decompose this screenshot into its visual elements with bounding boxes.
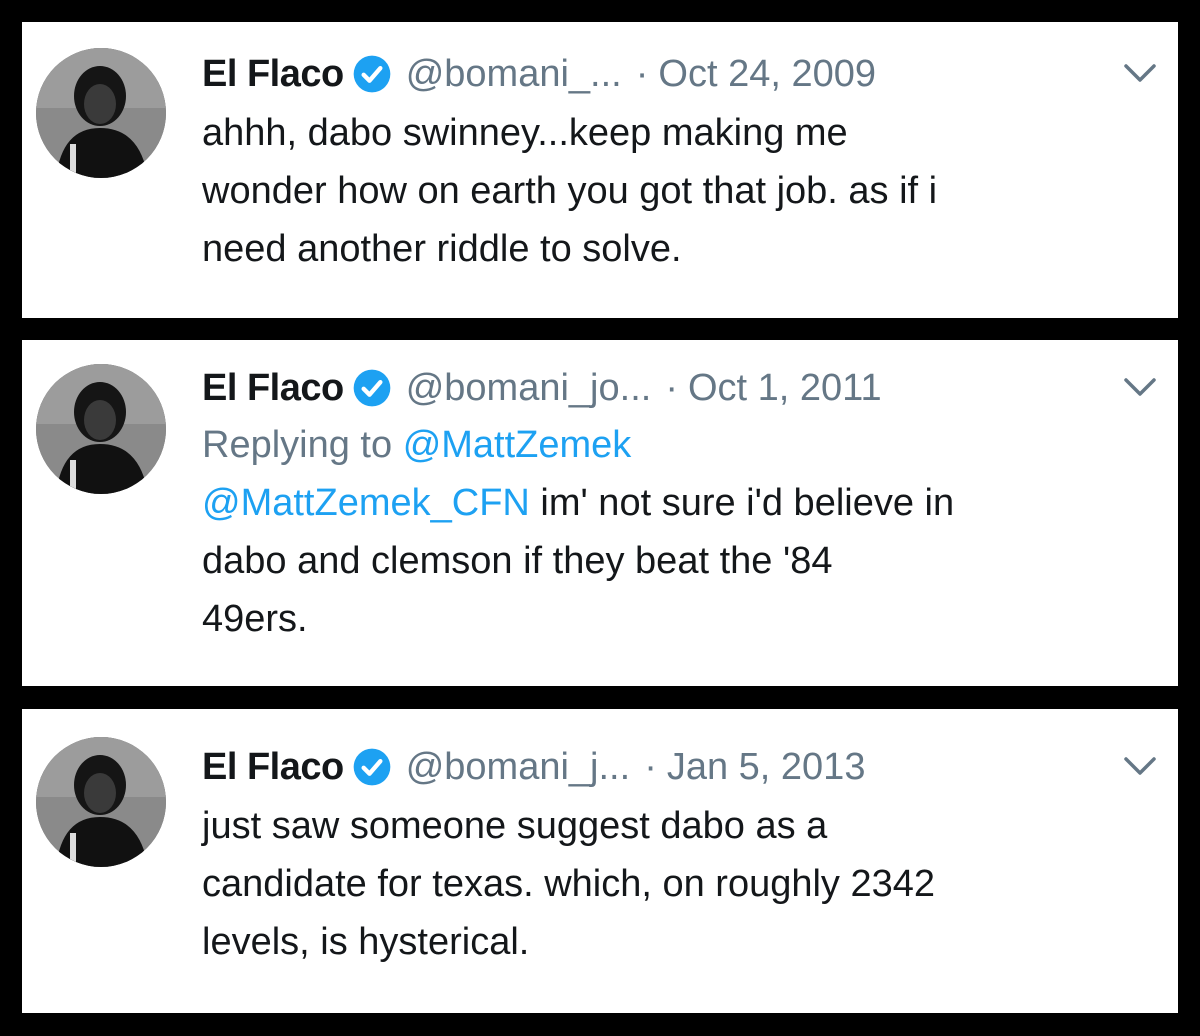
verified-badge-icon (352, 368, 392, 408)
display-name[interactable]: El Flaco (202, 367, 344, 410)
avatar[interactable] (36, 737, 166, 867)
tweet-text-line: levels, is hysterical. (202, 921, 530, 963)
display-name[interactable]: El Flaco (202, 53, 344, 96)
handle[interactable]: @bomani_jo... (406, 367, 652, 410)
avatar[interactable] (36, 364, 166, 494)
display-name[interactable]: El Flaco (202, 746, 344, 789)
chevron-down-icon[interactable] (1120, 751, 1160, 781)
handle[interactable]: @bomani_j... (406, 746, 630, 789)
tweet-text: @MattZemek_CFN im' not sure i'd believe … (202, 474, 1160, 648)
tweet-date[interactable]: Oct 1, 2011 (688, 367, 882, 410)
chevron-down-icon[interactable] (1120, 372, 1160, 402)
tweet-date[interactable]: Oct 24, 2009 (658, 53, 876, 96)
tweet-text-line: wonder how on earth you got that job. as… (202, 170, 938, 212)
tweet-text-line: need another riddle to solve. (202, 228, 682, 270)
avatar-photo (36, 48, 166, 178)
handle[interactable]: @bomani_... (406, 53, 622, 96)
chevron-down-icon[interactable] (1120, 58, 1160, 88)
mention-link[interactable]: @MattZemek_CFN (202, 482, 530, 524)
tweet-header: El Flaco @bomani_jo... · Oct 1, 2011 (202, 362, 1160, 414)
avatar-photo (36, 737, 166, 867)
tweet-header: El Flaco @bomani_j... · Jan 5, 2013 (202, 741, 1160, 793)
tweet-text-fragment: im' not sure i'd believe in (529, 482, 955, 524)
avatar[interactable] (36, 48, 166, 178)
tweet-text-line: just saw someone suggest dabo as a (202, 805, 828, 847)
tweet-text-line: candidate for texas. which, on roughly 2… (202, 863, 936, 905)
verified-badge-icon (352, 54, 392, 94)
tweet-card[interactable]: El Flaco @bomani_jo... · Oct 1, 2011 Rep… (22, 340, 1178, 686)
avatar-photo (36, 364, 166, 494)
tweet-header: El Flaco @bomani_... · Oct 24, 2009 (202, 48, 1160, 100)
tweet-text: ahhh, dabo swinney...keep making me wond… (202, 104, 1160, 278)
tweet-date[interactable]: Jan 5, 2013 (667, 746, 866, 789)
replying-to: Replying to @MattZemek (202, 416, 1160, 474)
tweet-card[interactable]: El Flaco @bomani_j... · Jan 5, 2013 just… (22, 709, 1178, 1013)
separator-dot: · (644, 745, 657, 788)
replying-to-label: Replying to (202, 424, 393, 466)
separator-dot: · (665, 366, 678, 409)
separator-dot: · (635, 52, 649, 95)
tweet-text-line: 49ers. (202, 598, 308, 640)
tweet-text-line: @MattZemek_CFN im' not sure i'd believe … (202, 474, 1160, 532)
reply-mention-link[interactable]: @MattZemek (403, 424, 632, 466)
tweet-text-line: dabo and clemson if they beat the '84 (202, 540, 833, 582)
tweet-text: just saw someone suggest dabo as a candi… (202, 797, 1160, 971)
tweet-text-line: ahhh, dabo swinney...keep making me (202, 112, 848, 154)
verified-badge-icon (352, 747, 392, 787)
tweet-card[interactable]: El Flaco @bomani_... · Oct 24, 2009 ahhh… (22, 22, 1178, 318)
